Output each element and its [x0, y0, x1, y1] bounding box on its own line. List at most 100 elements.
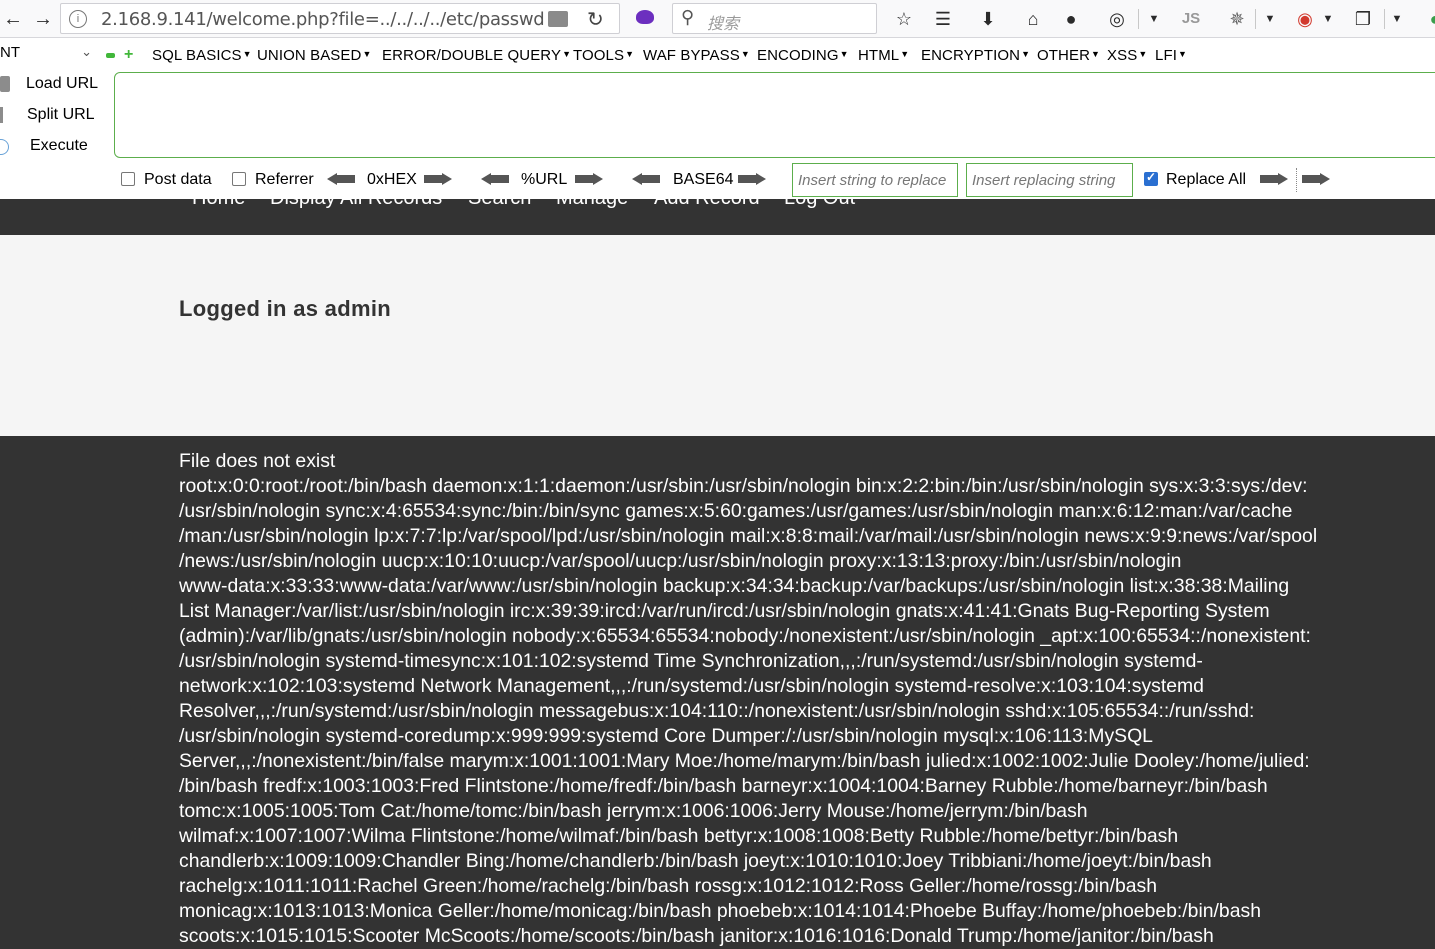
- bookmarks-list-icon[interactable]: ☰: [932, 8, 954, 30]
- replace-next-arrow-icon[interactable]: [1302, 173, 1330, 185]
- menu-html[interactable]: HTML▼: [858, 47, 909, 64]
- plus-icon[interactable]: +: [124, 46, 133, 64]
- menu-error-double-query[interactable]: ERROR/DOUBLE QUERY▼: [382, 47, 571, 64]
- execute-label: Execute: [30, 137, 88, 154]
- post-data-label: Post data: [144, 171, 212, 188]
- menu-label: OTHER: [1037, 47, 1090, 64]
- hackbar-icon[interactable]: ◉: [1294, 8, 1316, 30]
- menu-union-based[interactable]: UNION BASED▼: [257, 47, 371, 64]
- hex-encode-arrow-icon[interactable]: [424, 173, 452, 185]
- nav-manage[interactable]: Manage: [556, 199, 628, 210]
- chevron-down-icon[interactable]: ▼: [1386, 8, 1408, 30]
- site-navigation: Home Display All Records Search Manage A…: [0, 199, 1435, 235]
- reload-icon[interactable]: ↻: [587, 7, 604, 32]
- menu-waf-bypass[interactable]: WAF BYPASS▼: [643, 47, 750, 64]
- split-url-button[interactable]: Split URL: [0, 103, 110, 129]
- login-status: Logged in as admin: [179, 296, 391, 321]
- toolbar-divider: [1138, 9, 1139, 29]
- page-actions-icon[interactable]: [548, 11, 568, 27]
- passwd-line: network:x:102:103:systemd Network Manage…: [179, 675, 1204, 697]
- post-data-checkbox[interactable]: [121, 172, 135, 186]
- javascript-icon[interactable]: JS: [1178, 8, 1204, 30]
- hackbar-select[interactable]: NT ⌄: [0, 44, 96, 66]
- search-bar[interactable]: ⚲ 搜索: [672, 3, 877, 34]
- url-text[interactable]: 2.168.9.141/welcome.php?file=../../../..…: [101, 9, 545, 30]
- nav-home[interactable]: Home: [192, 199, 245, 210]
- hackbar-select-value: NT: [0, 44, 20, 61]
- passwd-line: Server,,,:/nonexistent:/bin/false marym:…: [179, 750, 1310, 772]
- replace-all-label: Replace All: [1166, 171, 1247, 188]
- replace-all-checkbox[interactable]: [1144, 170, 1158, 186]
- passwd-line: www-data:x:33:33:www-data:/var/www:/usr/…: [179, 575, 1290, 597]
- forward-arrow-icon[interactable]: →: [30, 6, 56, 32]
- nav-display-all-records[interactable]: Display All Records: [270, 199, 442, 210]
- caret-icon: ▼: [1091, 49, 1101, 59]
- info-icon[interactable]: i: [69, 10, 87, 28]
- execute-button[interactable]: Execute: [0, 134, 110, 160]
- globe-icon[interactable]: ●: [1060, 8, 1082, 30]
- minus-icon[interactable]: [106, 53, 115, 58]
- menu-sql-basics[interactable]: SQL BASICS▼: [152, 47, 252, 64]
- replace-arrow-icon[interactable]: [1260, 173, 1288, 185]
- menu-encryption[interactable]: ENCRYPTION▼: [921, 47, 1030, 64]
- passwd-line: /usr/sbin/nologin sync:x:4:65534:sync:/b…: [179, 500, 1293, 522]
- file-error-message: File does not exist: [179, 450, 336, 472]
- bookmark-star-icon[interactable]: ☆: [893, 8, 915, 30]
- split-url-label: Split URL: [27, 106, 95, 123]
- menu-encoding[interactable]: ENCODING▼: [757, 47, 849, 64]
- passwd-line: /usr/sbin/nologin systemd-coredump:x:999…: [179, 725, 1153, 747]
- menu-label: HTML: [858, 47, 900, 64]
- referrer-checkbox[interactable]: [232, 172, 246, 186]
- base64-decode-arrow-icon[interactable]: [632, 173, 660, 185]
- nav-log-out[interactable]: Log Out: [784, 199, 855, 210]
- nav-add-record[interactable]: Add Record: [654, 199, 760, 210]
- chevron-down-icon[interactable]: ▼: [1143, 8, 1165, 30]
- passwd-line: tomc:x:1005:1005:Tom Cat:/home/tomc:/bin…: [179, 800, 1088, 822]
- menu-xss[interactable]: XSS▼: [1107, 47, 1147, 64]
- hackbar-url-textarea[interactable]: [114, 72, 1435, 158]
- menu-label: UNION BASED: [257, 47, 362, 64]
- download-icon[interactable]: ⬇: [977, 8, 999, 30]
- caret-icon: ▼: [839, 49, 849, 59]
- passwd-line: chandlerb:x:1009:1009:Chandler Bing:/hom…: [179, 850, 1212, 872]
- passwd-line: (admin):/var/lib/gnats:/usr/sbin/nologin…: [179, 625, 1311, 647]
- menu-label: SQL BASICS: [152, 47, 242, 64]
- back-arrow-icon[interactable]: ←: [0, 6, 26, 32]
- replacing-string-input[interactable]: Insert replacing string: [966, 163, 1133, 197]
- address-bar[interactable]: i 2.168.9.141/welcome.php?file=../../../…: [60, 3, 620, 34]
- extension-green-icon[interactable]: ●: [1424, 8, 1435, 30]
- chevron-down-icon[interactable]: ▼: [1259, 8, 1281, 30]
- chevron-down-icon[interactable]: ▼: [1317, 8, 1339, 30]
- file-output: File does not exist root:x:0:0:root:/roo…: [179, 449, 1369, 949]
- passwd-line: root:x:0:0:root:/root:/bin/bash daemon:x…: [179, 475, 1308, 497]
- base64-encode-arrow-icon[interactable]: [738, 173, 766, 185]
- hex-decode-arrow-icon[interactable]: [327, 173, 355, 185]
- menu-label: TOOLS: [573, 47, 625, 64]
- toolbar-divider: [1255, 9, 1256, 29]
- load-url-button[interactable]: Load URL: [0, 72, 110, 98]
- url-encode-arrow-icon[interactable]: [575, 173, 603, 185]
- search-icon: ⚲: [681, 7, 695, 27]
- caret-icon: ▼: [740, 49, 750, 59]
- menu-label: LFI: [1155, 47, 1177, 64]
- extension-icon[interactable]: [636, 10, 654, 24]
- passwd-line: /usr/sbin/nologin systemd-timesync:x:101…: [179, 650, 1203, 672]
- menu-other[interactable]: OTHER▼: [1037, 47, 1100, 64]
- home-icon[interactable]: ⌂: [1022, 8, 1044, 30]
- base64-label: BASE64: [673, 171, 734, 188]
- bug-icon[interactable]: ✵: [1226, 8, 1248, 30]
- caret-icon: ▼: [242, 49, 252, 59]
- search-placeholder: 搜索: [707, 16, 740, 33]
- replace-string-input[interactable]: Insert string to replace: [792, 163, 958, 197]
- menu-lfi[interactable]: LFI▼: [1155, 47, 1187, 64]
- url-decode-arrow-icon[interactable]: [481, 173, 509, 185]
- replacing-string-placeholder: Insert replacing string: [972, 172, 1116, 189]
- nav-search[interactable]: Search: [468, 199, 531, 210]
- palette-icon[interactable]: ◎: [1106, 8, 1128, 30]
- tab-sync-icon[interactable]: ❐: [1352, 8, 1374, 30]
- load-url-icon: [0, 76, 10, 92]
- passwd-line: /news:/usr/sbin/nologin uucp:x:10:10:uuc…: [179, 550, 1182, 572]
- menu-label: WAF BYPASS: [643, 47, 740, 64]
- chevron-down-icon: ⌄: [81, 44, 92, 59]
- menu-tools[interactable]: TOOLS▼: [573, 47, 634, 64]
